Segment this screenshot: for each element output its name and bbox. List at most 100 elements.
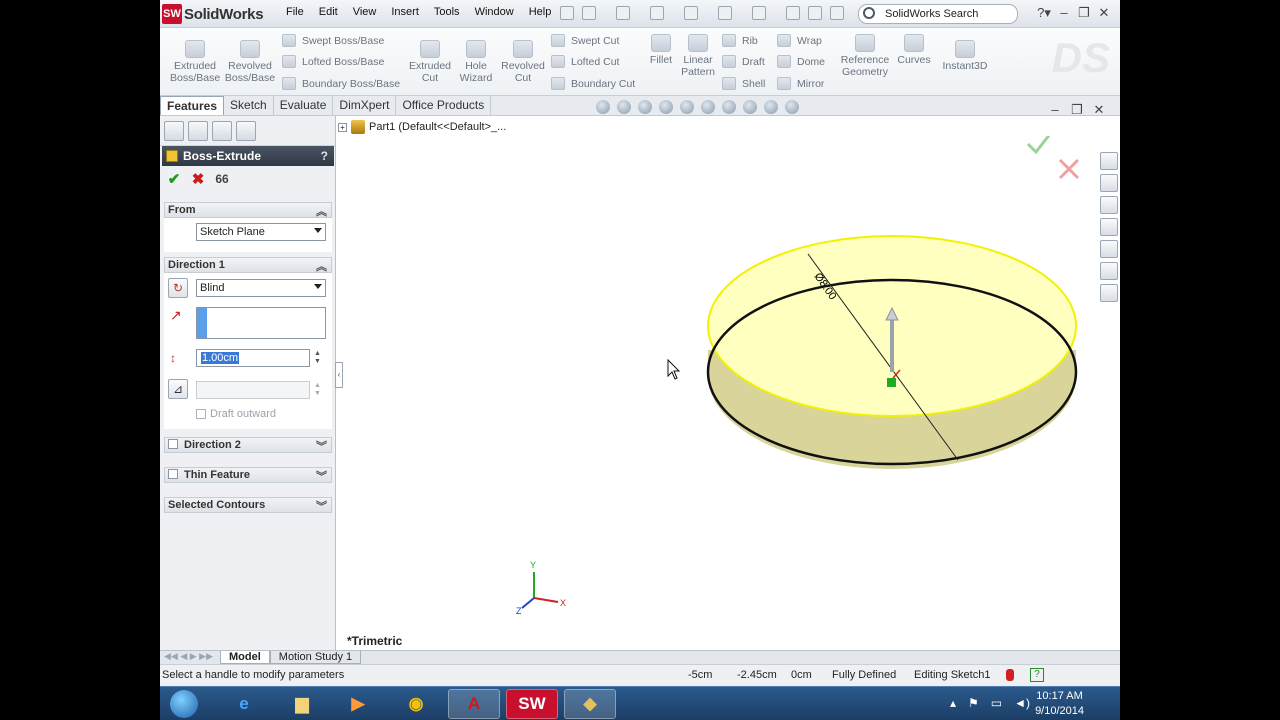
ok-check-icon[interactable]: ✔ xyxy=(164,170,184,188)
hide-show-items-icon[interactable] xyxy=(722,100,736,114)
rebuild-status-icon[interactable] xyxy=(1006,669,1014,681)
options-icon[interactable] xyxy=(830,6,844,20)
end-condition-select[interactable]: Blind xyxy=(196,279,326,297)
zoom-to-area-icon[interactable] xyxy=(617,100,631,114)
draft-button[interactable]: Draft xyxy=(722,55,765,68)
fillet-button[interactable]: Fillet xyxy=(646,34,676,66)
lofted-boss-button[interactable]: Lofted Boss/Base xyxy=(282,55,384,68)
menu-window[interactable]: Window xyxy=(475,6,514,18)
tab-office-products[interactable]: Office Products xyxy=(396,96,492,115)
start-button-icon[interactable] xyxy=(162,689,206,719)
action-center-icon[interactable]: ⚑ xyxy=(968,696,979,710)
revolved-cut-button[interactable]: Revolved Cut xyxy=(500,40,546,84)
direction-vector-field[interactable] xyxy=(196,307,326,339)
shell-button[interactable]: Shell xyxy=(722,77,765,90)
from-select[interactable]: Sketch Plane xyxy=(196,223,326,241)
new-document-icon[interactable] xyxy=(582,6,596,20)
help-icon[interactable]: ? xyxy=(321,149,328,163)
view-palette-icon[interactable] xyxy=(1100,240,1118,258)
swept-cut-button[interactable]: Swept Cut xyxy=(551,34,619,47)
expand-plus-icon[interactable]: + xyxy=(338,122,347,132)
rib-button[interactable]: Rib xyxy=(722,34,758,47)
draft-angle-spinner[interactable]: ▲ ▼ xyxy=(314,382,321,398)
menu-file[interactable]: File xyxy=(286,6,304,18)
open-icon[interactable] xyxy=(616,6,630,20)
linear-pattern-button[interactable]: Linear Pattern xyxy=(678,34,718,78)
file-properties-icon[interactable] xyxy=(808,6,822,20)
solidworks-logo[interactable]: SW SolidWorks xyxy=(162,3,274,25)
tab-features[interactable]: Features xyxy=(160,96,225,115)
feature-tree-root[interactable]: + Part1 (Default<<Default>_... xyxy=(338,120,506,134)
direction2-checkbox[interactable] xyxy=(168,439,178,449)
extruded-boss-button[interactable]: Extruded Boss/Base xyxy=(170,40,220,84)
tab-dimxpert[interactable]: DimXpert xyxy=(333,96,397,115)
reverse-direction-icon[interactable]: ↻ xyxy=(168,278,188,298)
configuration-manager-icon[interactable] xyxy=(212,120,232,141)
custom-properties-icon[interactable] xyxy=(1100,284,1118,302)
tab-model[interactable]: Model xyxy=(220,651,270,664)
boundary-cut-button[interactable]: Boundary Cut xyxy=(551,77,635,90)
swept-boss-button[interactable]: Swept Boss/Base xyxy=(282,34,384,47)
screen-recorder-icon[interactable]: ◆ xyxy=(564,689,616,719)
menu-tools[interactable]: Tools xyxy=(434,6,460,18)
graphics-area[interactable]: Ø8.00 Y X Z xyxy=(338,133,1098,650)
property-manager-icon[interactable] xyxy=(188,120,208,141)
chrome-icon[interactable]: ◉ xyxy=(390,689,442,719)
print-icon[interactable] xyxy=(684,6,698,20)
confirm-check-icon[interactable] xyxy=(1026,133,1052,155)
status-help-icon[interactable]: ? xyxy=(1030,668,1044,682)
tab-evaluate[interactable]: Evaluate xyxy=(274,96,334,115)
menu-insert[interactable]: Insert xyxy=(391,6,419,18)
undo-icon[interactable] xyxy=(718,6,732,20)
display-style-icon[interactable] xyxy=(701,100,715,114)
draft-outward-checkbox[interactable]: Draft outward xyxy=(196,408,276,420)
media-player-icon[interactable]: ▶ xyxy=(332,689,384,719)
acrobat-icon[interactable]: A xyxy=(448,689,500,719)
mirror-button[interactable]: Mirror xyxy=(777,77,824,90)
draft-angle-input[interactable] xyxy=(196,381,310,399)
apply-scene-icon[interactable] xyxy=(764,100,778,114)
restore-icon[interactable]: ❐ xyxy=(1074,5,1094,21)
dome-button[interactable]: Dome xyxy=(777,55,825,68)
direction1-header[interactable]: Direction 1 ︽ xyxy=(164,257,332,273)
menu-view[interactable]: View xyxy=(353,6,377,18)
appearances-icon[interactable] xyxy=(1100,262,1118,280)
curves-button[interactable]: Curves xyxy=(896,34,932,66)
tray-expand-icon[interactable]: ▴ xyxy=(950,696,956,710)
close-icon[interactable]: ✕ xyxy=(1094,5,1114,21)
thin-feature-checkbox[interactable] xyxy=(168,469,178,479)
tab-scroll-arrows-icon[interactable]: ◀◀ ◀ ▶ ▶▶ xyxy=(160,651,220,664)
network-icon[interactable]: ▭ xyxy=(991,696,1002,710)
solidworks-taskbar-icon[interactable]: SW xyxy=(506,689,558,719)
direction2-header[interactable]: Direction 2 ︾ xyxy=(164,437,332,453)
cancel-x-icon[interactable] xyxy=(1058,158,1080,180)
selected-contours-header[interactable]: Selected Contours ︾ xyxy=(164,497,332,513)
edit-appearance-icon[interactable] xyxy=(743,100,757,114)
draft-toggle-icon[interactable]: ⊿ xyxy=(168,379,188,399)
save-icon[interactable] xyxy=(650,6,664,20)
cancel-x-icon[interactable]: ✖ xyxy=(188,170,208,188)
revolved-boss-button[interactable]: Revolved Boss/Base xyxy=(224,40,276,84)
thin-feature-header[interactable]: Thin Feature ︾ xyxy=(164,467,332,483)
tab-sketch[interactable]: Sketch xyxy=(224,96,274,115)
from-header[interactable]: From ︽ xyxy=(164,202,332,218)
view-settings-icon[interactable] xyxy=(785,100,799,114)
design-library-icon[interactable] xyxy=(1100,174,1118,192)
menu-edit[interactable]: Edit xyxy=(319,6,338,18)
search-results-icon[interactable] xyxy=(1100,218,1118,236)
volume-icon[interactable]: ◄) xyxy=(1014,696,1030,710)
extruded-cut-button[interactable]: Extruded Cut xyxy=(406,40,454,84)
search-input[interactable]: SolidWorks Search xyxy=(858,4,1018,24)
instant3d-button[interactable]: Instant3D xyxy=(940,40,990,72)
help-menu-icon[interactable]: ?▾ xyxy=(1034,5,1054,21)
depth-input[interactable]: 1.00cm xyxy=(196,349,310,367)
doc-restore-icon[interactable]: ❐ xyxy=(1066,102,1088,118)
solidworks-resources-icon[interactable] xyxy=(1100,152,1118,170)
internet-explorer-icon[interactable]: e xyxy=(218,689,270,719)
select-icon[interactable] xyxy=(752,6,766,20)
feature-manager-icon[interactable] xyxy=(164,120,184,141)
depth-spinner[interactable]: ▲ ▼ xyxy=(314,350,321,366)
preview-glasses-icon[interactable]: 66 xyxy=(212,172,232,186)
taskbar-clock[interactable]: 10:17 AM 9/10/2014 xyxy=(1035,689,1084,719)
previous-view-icon[interactable] xyxy=(638,100,652,114)
